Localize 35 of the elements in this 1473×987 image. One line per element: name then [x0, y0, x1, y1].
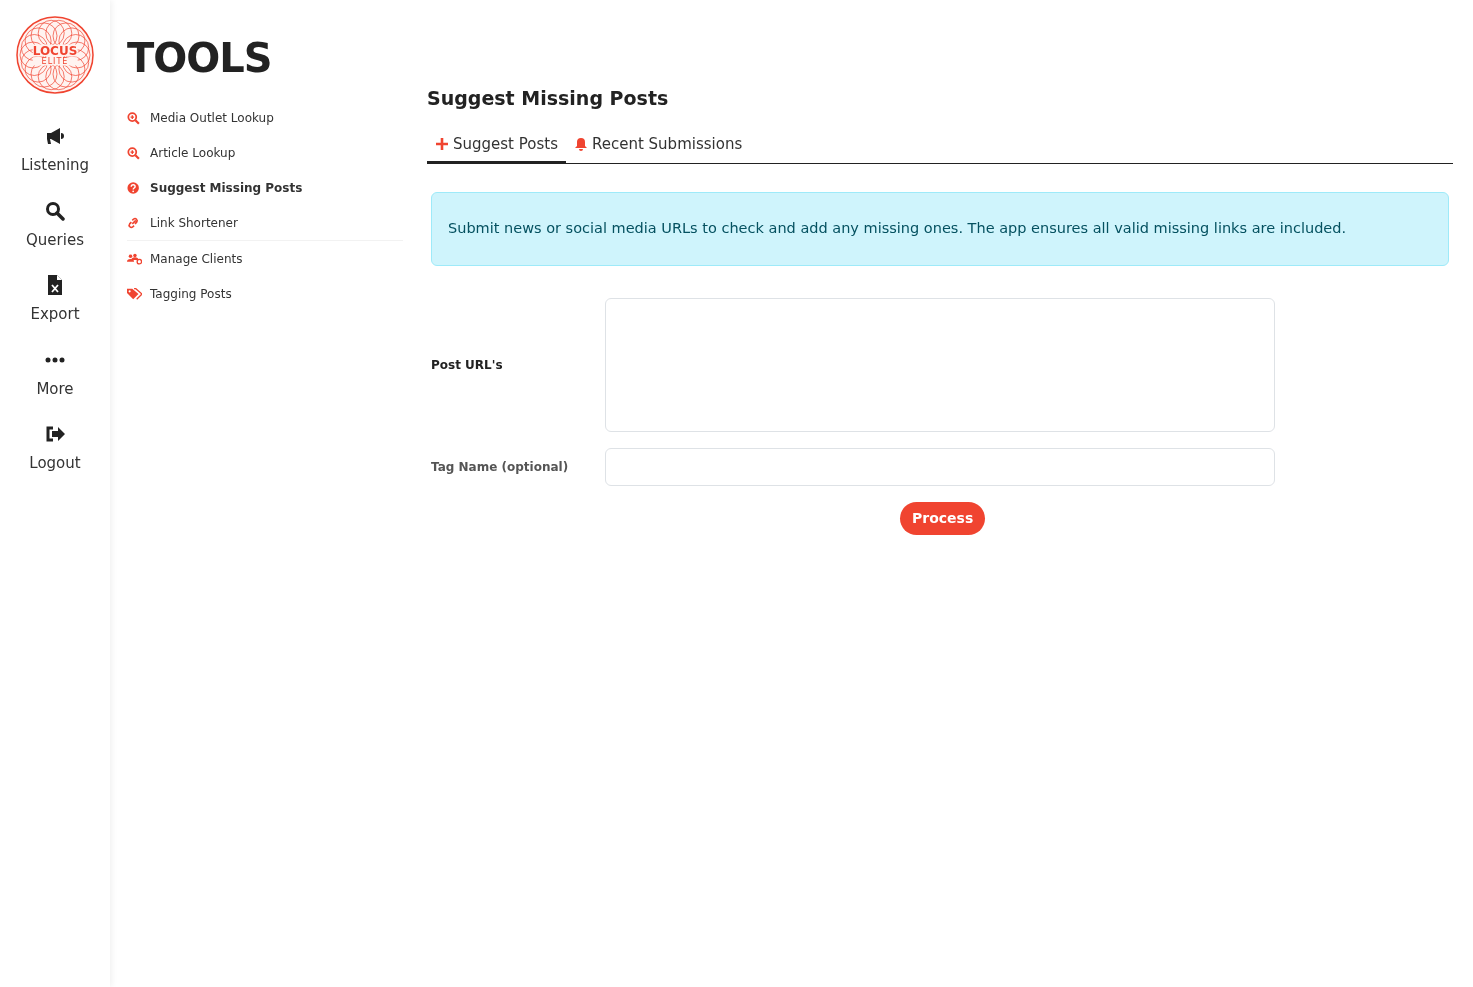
tool-menu-item[interactable]: Tagging Posts	[127, 276, 403, 311]
field-label: Post URL's	[431, 356, 504, 374]
question-circle-icon	[127, 180, 142, 195]
search-icon	[45, 200, 65, 221]
logo-text: LOCUS	[32, 44, 78, 57]
url-textarea[interactable]	[605, 297, 1275, 432]
zoom-in-icon	[127, 110, 142, 125]
spreadsheet-file-icon	[47, 275, 63, 295]
tab[interactable]: Recent Submissions	[565, 126, 751, 164]
field-label: Tag Name (optional)	[431, 458, 570, 476]
tool-menu-item[interactable]: Manage Clients	[127, 241, 403, 276]
rail-nav-item[interactable]: More	[36, 349, 74, 400]
megaphone-icon	[45, 127, 65, 145]
tools-heading: TOOLS	[127, 34, 273, 83]
rail-nav-item[interactable]: Listening	[20, 126, 90, 177]
users-gear-icon	[127, 251, 142, 266]
tags-icon	[127, 286, 142, 301]
plus-icon	[435, 136, 449, 151]
tab[interactable]: Suggest Posts	[427, 126, 566, 164]
tool-menu-item[interactable]: Article Lookup	[127, 135, 403, 170]
bell-icon	[573, 136, 588, 151]
process-button[interactable]: Process	[900, 501, 986, 535]
rail-nav-item[interactable]: Logout	[29, 424, 81, 475]
tool-menu-item[interactable]: Media Outlet Lookup	[127, 100, 403, 135]
tool-menu-item[interactable]: Link Shortener	[127, 205, 403, 240]
zoom-in-icon	[127, 145, 142, 160]
ellipsis-icon	[45, 356, 65, 363]
info-alert: Submit news or social media URLs to check and add any missing ones. The app ensures all valid missing links are included.	[431, 192, 1449, 266]
rail-nav-item[interactable]: Queries	[26, 200, 84, 251]
page-title: Suggest Missing Posts	[427, 86, 670, 111]
rail-nav-item[interactable]: Export	[30, 275, 80, 326]
tool-menu-item[interactable]: Suggest Missing Posts	[127, 170, 403, 205]
tag-name-field[interactable]	[605, 447, 1275, 486]
logout-icon	[45, 425, 65, 443]
logo-subtitle: ELITE	[32, 57, 78, 66]
